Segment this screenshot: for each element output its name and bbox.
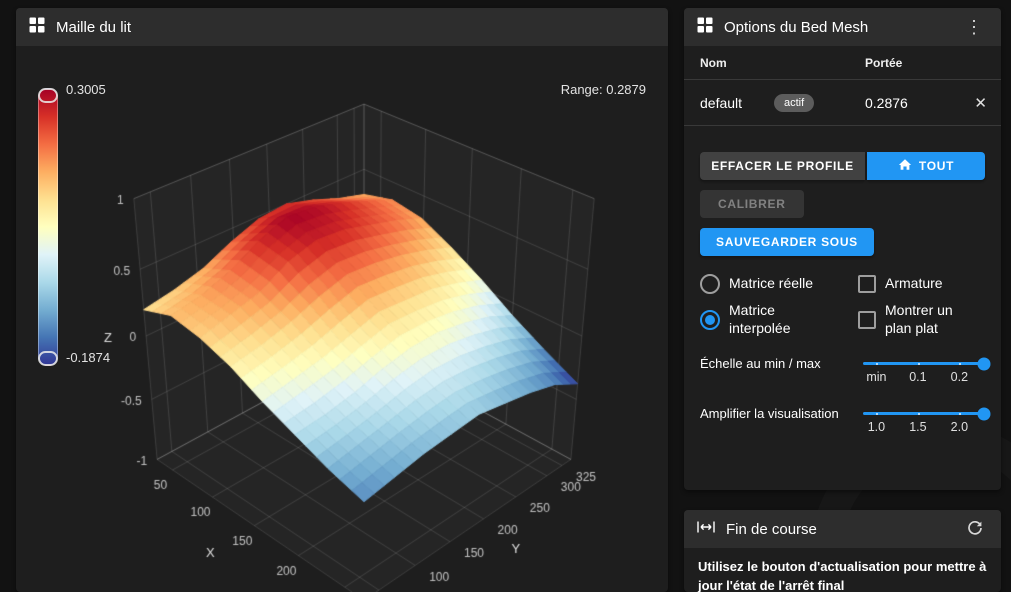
save-as-button[interactable]: SAUVEGARDER SOUS xyxy=(700,228,874,256)
profiles-table: Nom Portée default actif 0.2876 ✕ xyxy=(684,46,1001,126)
active-badge: actif xyxy=(774,93,815,112)
display-options: Matrice réelle Armature Matrice interpol… xyxy=(700,274,985,337)
colorbar-min-label: -0.1874 xyxy=(66,350,111,365)
radio-real-matrix[interactable]: Matrice réelle xyxy=(700,274,858,294)
options-controls: EFFACER LE PROFILE TOUT CALIBRER SAUVEGA… xyxy=(684,126,1001,471)
mesh-range-label: Range: 0.2879 xyxy=(560,82,646,97)
scale-slider-row: Échelle au min / max min 0.1 0.2 xyxy=(700,355,991,389)
endstops-help-text: Utilisez le bouton d'actualisation pour … xyxy=(698,559,987,592)
bed-mesh-options-panel: Options du Bed Mesh ⋮ Nom Portée default… xyxy=(684,8,1001,490)
clear-profile-button[interactable]: EFFACER LE PROFILE xyxy=(700,152,865,180)
radio-icon-checked[interactable] xyxy=(700,309,720,330)
checkbox-wireframe[interactable]: Armature xyxy=(858,275,985,293)
checkbox-flat-plane[interactable]: Montrer un plan plat xyxy=(858,302,985,337)
column-header-range: Portée xyxy=(865,55,903,70)
grid-icon xyxy=(696,16,714,39)
profile-row[interactable]: default actif 0.2876 ✕ xyxy=(684,80,1001,126)
endstop-icon xyxy=(696,520,716,539)
column-header-name: Nom xyxy=(700,55,727,70)
grid-icon xyxy=(28,16,46,39)
profile-name: default xyxy=(700,94,743,111)
amplify-slider-row: Amplifier la visualisation 1.0 1.5 2.0 xyxy=(700,405,991,439)
slider-thumb[interactable] xyxy=(977,357,991,370)
delete-profile-icon[interactable]: ✕ xyxy=(974,94,987,112)
slider-track[interactable] xyxy=(863,412,985,415)
checkbox-icon-unchecked[interactable] xyxy=(858,275,876,293)
colorbar-top-handle[interactable] xyxy=(38,88,58,103)
bed-mesh-panel-header: Maille du lit xyxy=(16,8,668,46)
scale-slider[interactable]: min 0.1 0.2 xyxy=(863,355,991,389)
page: { "theme": { "accent": "#2196f3", "page_… xyxy=(0,0,1011,592)
endstops-panel: Fin de course Utilisez le bouton d'actua… xyxy=(684,510,1001,592)
load-all-button[interactable]: TOUT xyxy=(867,152,985,180)
profiles-table-header: Nom Portée xyxy=(684,46,1001,80)
radio-interpolated-matrix[interactable]: Matrice interpolée xyxy=(700,302,858,337)
amplify-slider[interactable]: 1.0 1.5 2.0 xyxy=(863,405,991,439)
profile-range-value: 0.2876 xyxy=(865,94,908,111)
endstops-panel-header: Fin de course xyxy=(684,510,1001,548)
home-icon xyxy=(898,158,912,174)
bed-mesh-3d-plot[interactable] xyxy=(16,46,668,592)
calibrate-button[interactable]: CALIBRER xyxy=(700,190,804,218)
checkbox-icon-unchecked[interactable] xyxy=(858,310,876,329)
refresh-icon[interactable] xyxy=(961,518,989,541)
amplify-slider-label: Amplifier la visualisation xyxy=(700,406,839,421)
bed-mesh-panel-title: Maille du lit xyxy=(56,18,132,36)
options-panel-header: Options du Bed Mesh ⋮ xyxy=(684,8,1001,46)
bed-mesh-plot-area: Range: 0.2879 0.3005 -0.1874 xyxy=(16,46,668,592)
kebab-menu-icon[interactable]: ⋮ xyxy=(959,16,989,38)
colorbar-max-label: 0.3005 xyxy=(66,82,106,97)
slider-track[interactable] xyxy=(863,362,985,365)
endstops-panel-title: Fin de course xyxy=(726,520,817,538)
slider-thumb[interactable] xyxy=(977,407,991,420)
bed-mesh-panel: Maille du lit Range: 0.2879 0.3005 -0.18… xyxy=(16,8,668,592)
scale-slider-label: Échelle au min / max xyxy=(700,356,821,371)
colorbar[interactable] xyxy=(38,88,58,366)
colorbar-bottom-handle[interactable] xyxy=(38,351,58,366)
radio-icon-unchecked[interactable] xyxy=(700,274,720,294)
options-panel-title: Options du Bed Mesh xyxy=(724,18,869,36)
